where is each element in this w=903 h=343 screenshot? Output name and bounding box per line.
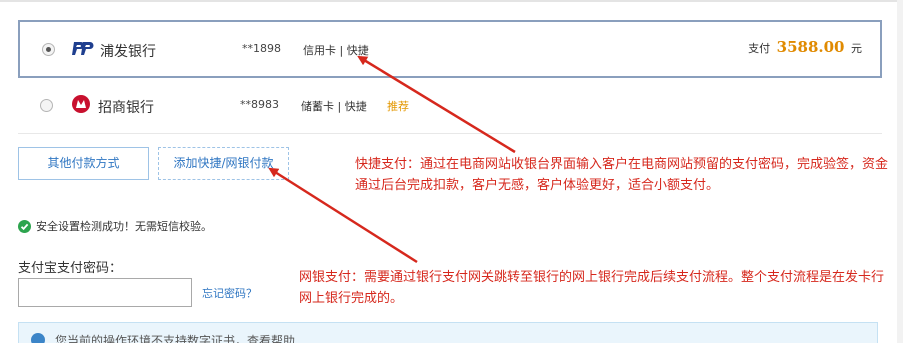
- scrollbar-track[interactable]: [897, 0, 903, 343]
- online-banking-annotation: 网银支付：需要通过银行支付网关跳转至银行的网上银行完成后续支付流程。整个支付流程…: [299, 270, 885, 306]
- card-type: 信用卡 | 快捷: [303, 44, 369, 57]
- pay-unit: 元: [851, 42, 862, 55]
- pay-prefix: 支付: [748, 42, 771, 55]
- bank-option-spdb[interactable]: 浦发银行 **1898 信用卡 | 快捷 支付 3588.00 元: [18, 20, 882, 78]
- info-icon: [31, 333, 45, 343]
- password-input[interactable]: [18, 278, 192, 307]
- security-check-message: 安全设置检测成功！无需短信校验。: [18, 219, 212, 233]
- radio-unselected-icon[interactable]: [40, 99, 53, 112]
- cmb-logo-icon: [72, 95, 90, 113]
- bank-name: 招商银行: [98, 100, 154, 116]
- check-circle-icon: [18, 219, 31, 233]
- bank-option-cmb[interactable]: 招商银行 **8983 储蓄卡 | 快捷 推荐: [18, 78, 882, 134]
- radio-selected-icon[interactable]: [42, 43, 55, 56]
- info-text: 您当前的操作环境不支持数字证书，查看帮助: [55, 334, 296, 343]
- card-number: **1898: [242, 42, 281, 55]
- amount-value: 3588.00: [776, 38, 845, 56]
- pay-amount: 支付 3588.00 元: [748, 38, 862, 56]
- top-divider: [0, 0, 903, 2]
- spdb-logo-icon: [72, 39, 94, 57]
- bank-name: 浦发银行: [100, 44, 156, 60]
- card-type: 储蓄卡 | 快捷: [301, 100, 367, 113]
- info-bar: 您当前的操作环境不支持数字证书，查看帮助: [18, 322, 878, 343]
- forgot-password-link[interactable]: 忘记密码？: [202, 285, 257, 301]
- recommend-badge: 推荐: [387, 100, 409, 113]
- password-label: 支付宝支付密码：: [18, 261, 123, 276]
- card-number: **8983: [240, 98, 279, 111]
- other-payment-button[interactable]: 其他付款方式: [18, 147, 149, 180]
- add-quick-pay-button[interactable]: 添加快捷/网银付款: [158, 147, 289, 180]
- quick-pay-annotation: 快捷支付：通过在电商网站收银台界面输入客户在电商网站预留的支付密码，完成验签，资…: [355, 157, 889, 193]
- security-check-text: 安全设置检测成功！无需短信校验。: [36, 220, 212, 233]
